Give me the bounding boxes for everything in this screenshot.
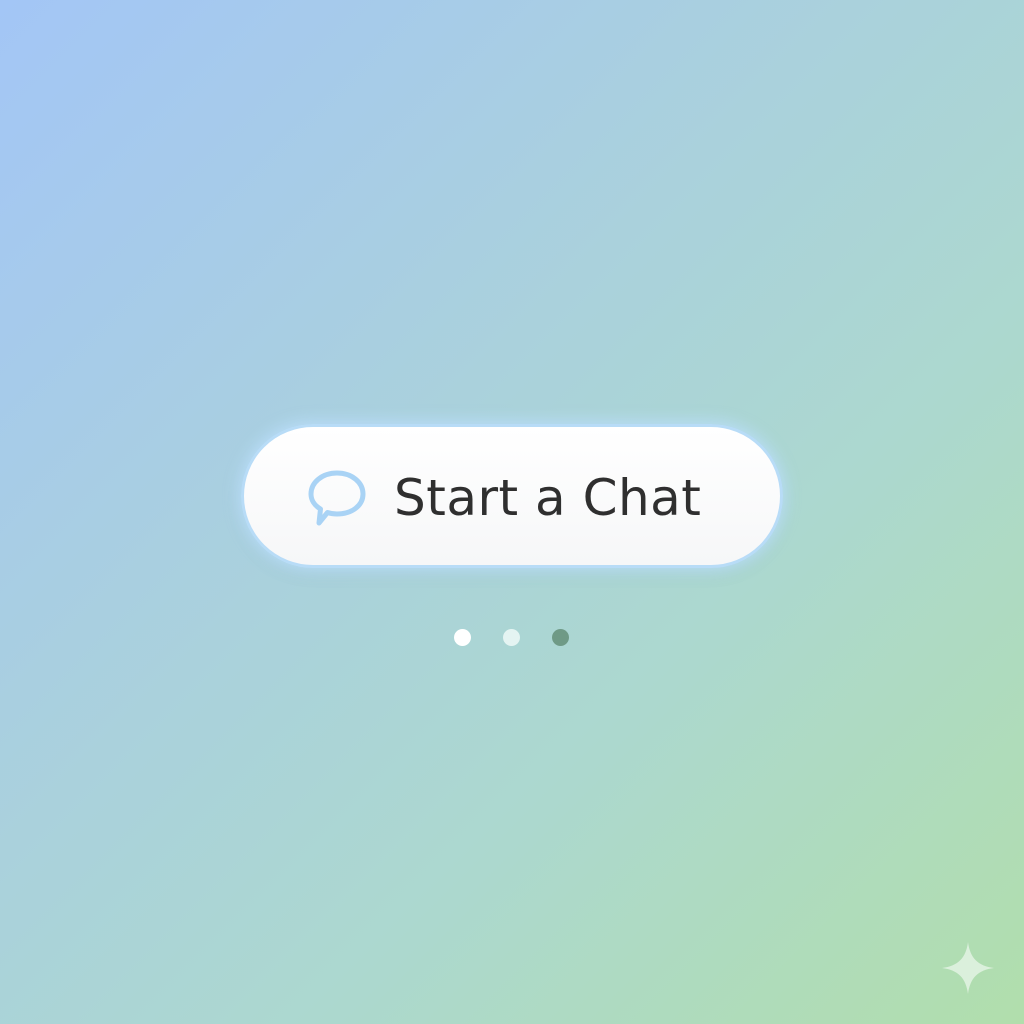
pagination-dots [0, 629, 1024, 647]
pagination-dot-3[interactable] [552, 629, 569, 646]
pagination-dot-2[interactable] [503, 629, 520, 646]
sparkle-icon [940, 940, 996, 996]
screen: Start a Chat [0, 0, 1024, 1024]
start-chat-label: Start a Chat [394, 469, 702, 527]
chat-bubble-icon [306, 467, 368, 529]
start-chat-button[interactable]: Start a Chat [241, 424, 783, 568]
pagination-dot-1[interactable] [454, 629, 471, 646]
